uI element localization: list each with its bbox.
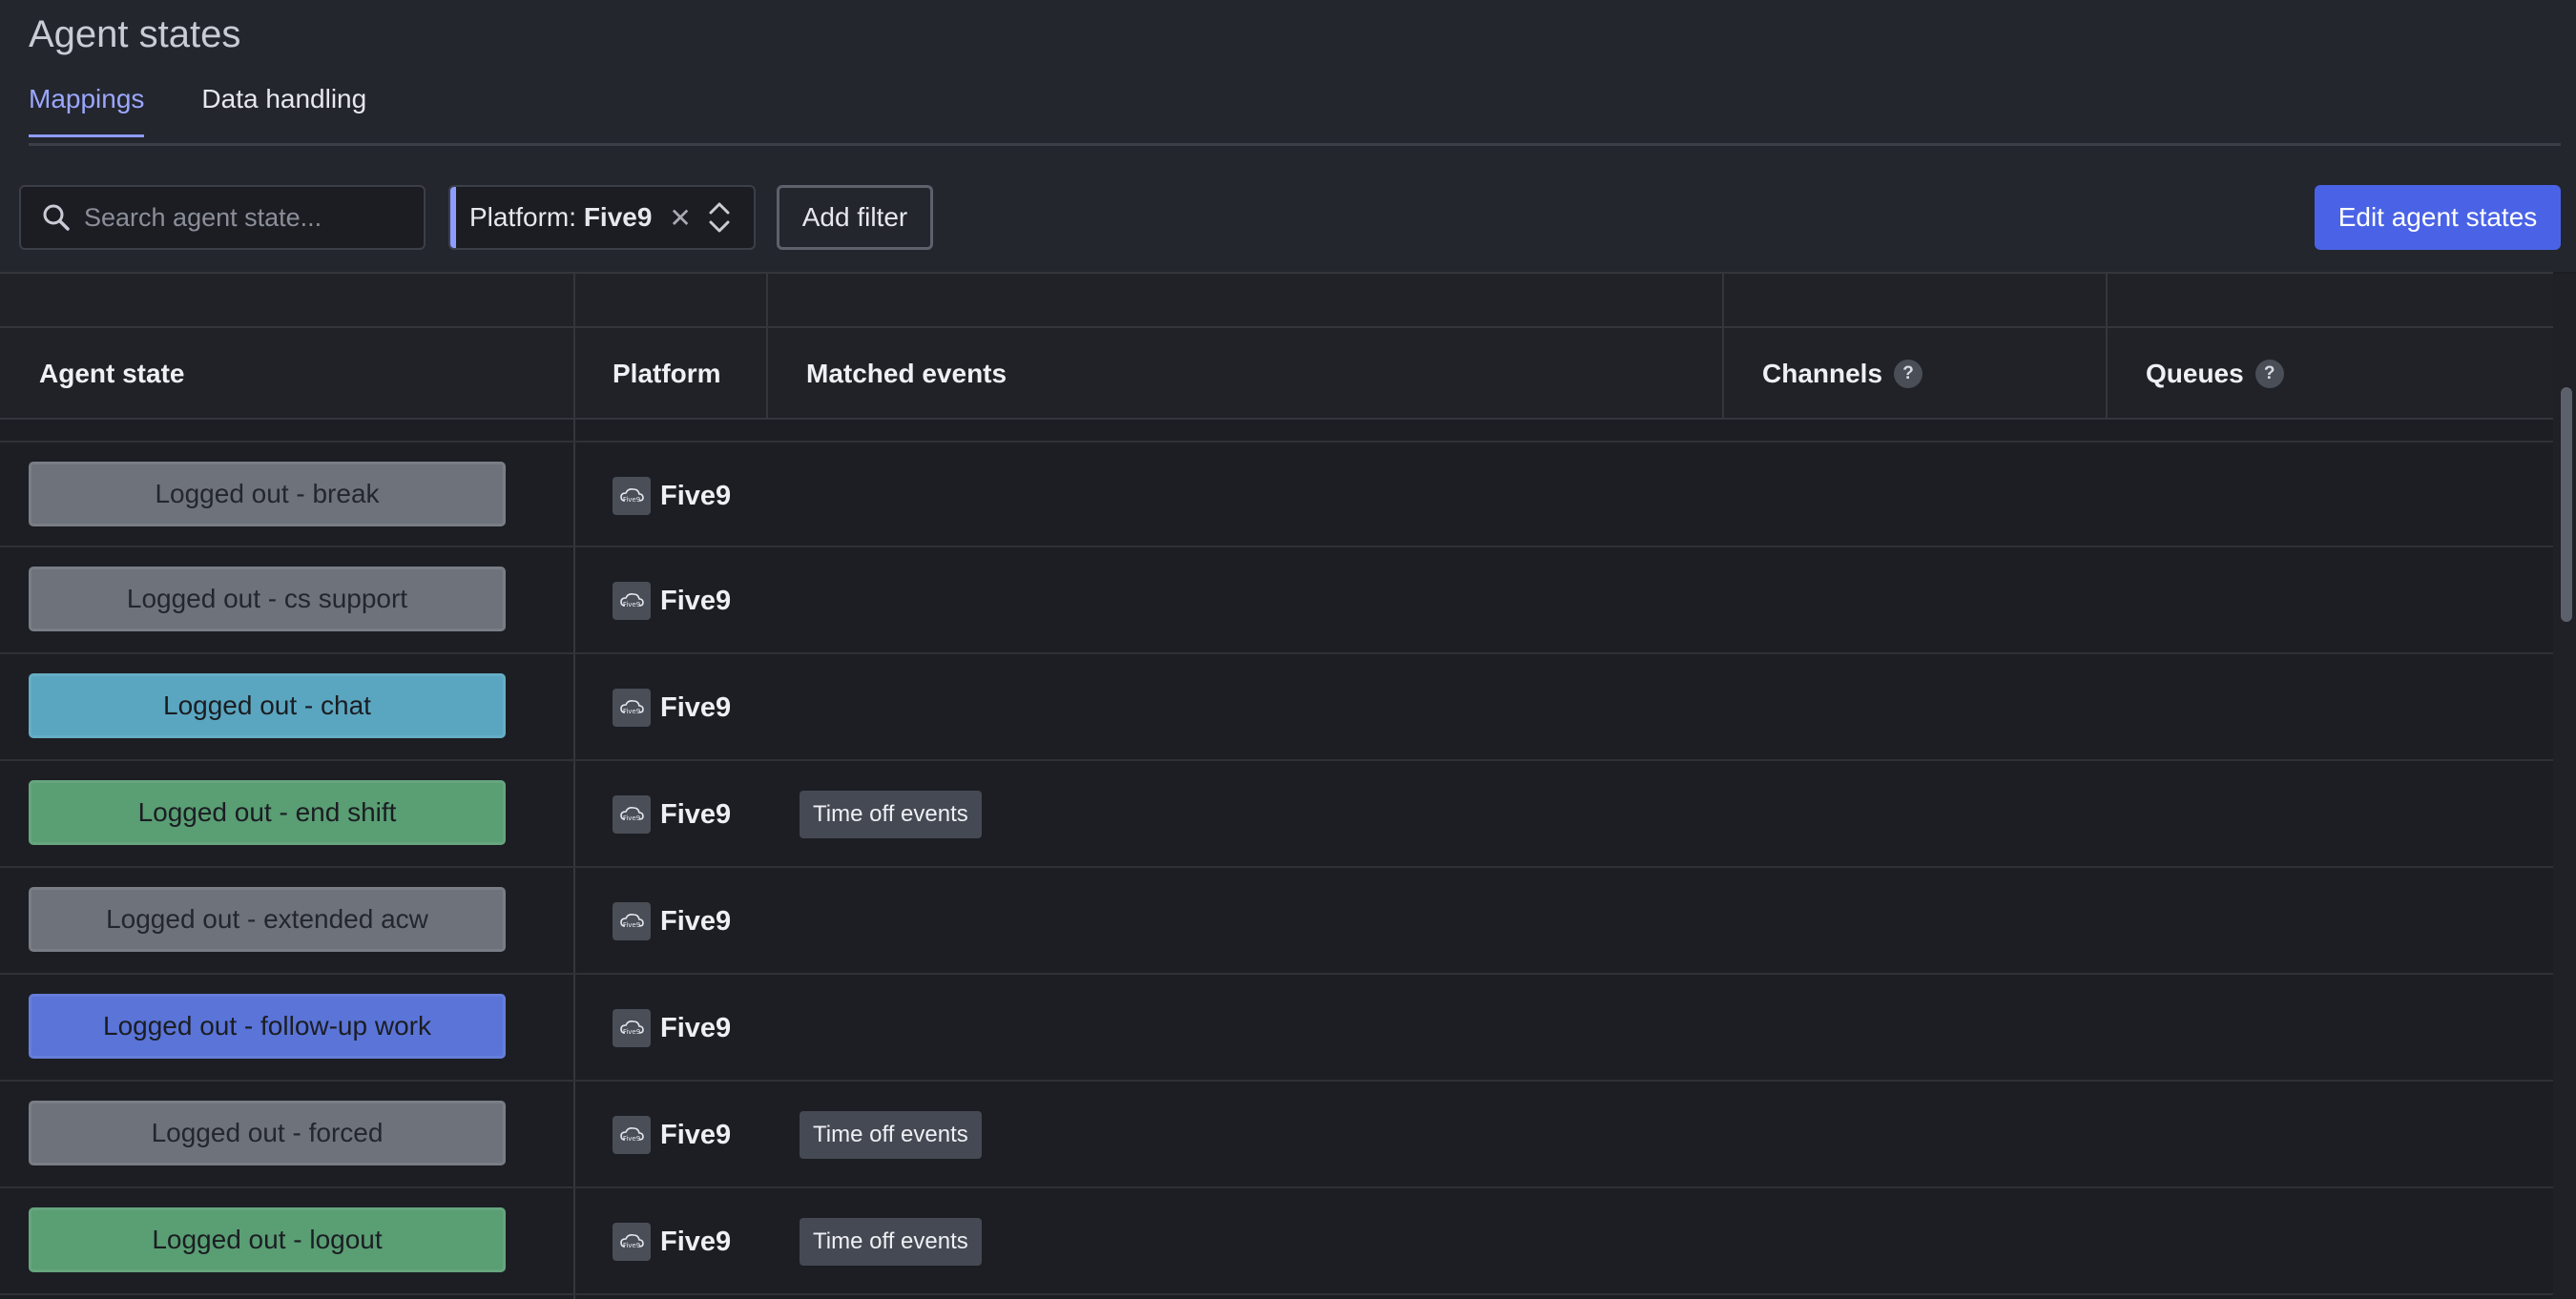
agent-state-badge: Logged out - extended acw xyxy=(29,887,506,952)
agent-state-badge: Logged out - forced xyxy=(29,1101,506,1165)
tab-bar: Mappings Data handling xyxy=(29,84,366,137)
close-icon[interactable]: ✕ xyxy=(669,202,691,234)
table-body: Logged out - break Five9 Five9 Logged out -… xyxy=(0,420,2553,1299)
platform-cell: Five9 Five9 xyxy=(613,1188,731,1295)
column-divider xyxy=(766,274,768,420)
tabs-divider xyxy=(29,143,2561,146)
five9-logo-icon: Five9 xyxy=(613,1223,651,1261)
table-header: Agent state Platform Matched events Chan… xyxy=(0,328,2553,420)
agent-state-badge: Logged out - logout xyxy=(29,1207,506,1272)
platform-name: Five9 xyxy=(660,798,732,830)
five9-logo-icon: Five9 xyxy=(613,1009,651,1047)
platform-cell: Five9 Five9 xyxy=(613,1082,731,1188)
five9-logo-icon: Five9 xyxy=(613,902,651,940)
search-input[interactable] xyxy=(82,201,410,234)
search-box[interactable] xyxy=(19,185,426,250)
svg-text:Five9: Five9 xyxy=(623,601,640,608)
agent-state-badge: Logged out - follow-up work xyxy=(29,994,506,1059)
agent-state-badge: Logged out - break xyxy=(29,462,506,526)
column-divider xyxy=(2106,274,2108,420)
column-header-channels-label: Channels xyxy=(1762,359,1883,388)
column-header-platform[interactable]: Platform xyxy=(613,328,721,420)
filter-chip-prefix: Platform: xyxy=(469,202,584,232)
platform-filter-chip[interactable]: Platform: Five9 ✕ xyxy=(448,185,756,250)
matched-event-tag: Time off events xyxy=(800,1111,982,1159)
help-icon[interactable]: ? xyxy=(2254,360,2284,388)
five9-logo-icon: Five9 xyxy=(613,1116,651,1154)
table-group-header xyxy=(0,274,2553,328)
table-row[interactable]: Logged out - chat Five9 Five9 xyxy=(0,654,2553,761)
table-row[interactable]: Logged out - forced Five9 Five9 Time off ev… xyxy=(0,1082,2553,1188)
page-title: Agent states xyxy=(29,13,241,55)
chevron-up-down-icon[interactable] xyxy=(707,198,732,237)
matched-event-tag: Time off events xyxy=(800,1218,982,1266)
five9-logo-icon: Five9 xyxy=(613,689,651,727)
five9-logo-icon: Five9 xyxy=(613,795,651,834)
tab-mappings[interactable]: Mappings xyxy=(29,84,145,137)
column-header-agent-state-label: Agent state xyxy=(39,359,185,388)
platform-cell: Five9 Five9 xyxy=(613,654,731,761)
svg-text:Five9: Five9 xyxy=(623,496,640,504)
svg-text:Five9: Five9 xyxy=(623,1028,640,1036)
platform-name: Five9 xyxy=(660,905,732,937)
table-row[interactable]: Logged out - logout Five9 Five9 Time off ev… xyxy=(0,1188,2553,1295)
table-row[interactable]: Logged out - follow-up work Five9 Five9 xyxy=(0,975,2553,1082)
table-row[interactable]: Logged out - extended acw Five9 Five9 xyxy=(0,868,2553,975)
column-header-matched-events[interactable]: Matched events xyxy=(806,328,1007,420)
svg-text:Five9: Five9 xyxy=(623,708,640,715)
svg-text:Five9: Five9 xyxy=(623,814,640,822)
five9-logo-icon: Five9 xyxy=(613,477,651,515)
tab-data-handling[interactable]: Data handling xyxy=(201,84,366,137)
column-header-queues-label: Queues xyxy=(2146,359,2244,388)
platform-cell: Five9 Five9 xyxy=(613,761,731,868)
table-row[interactable]: Logged out - cs support Five9 Five9 xyxy=(0,547,2553,654)
page-header: Agent states Mappings Data handling Plat… xyxy=(0,0,2576,272)
table-row[interactable]: Logged out - break Five9 Five9 xyxy=(0,441,2553,547)
help-icon[interactable]: ? xyxy=(1894,360,1923,388)
platform-cell: Five9 Five9 xyxy=(613,975,731,1082)
search-icon xyxy=(42,203,71,232)
column-header-queues[interactable]: Queues? xyxy=(2146,328,2284,420)
platform-cell: Five9 Five9 xyxy=(613,443,731,549)
platform-name: Five9 xyxy=(660,480,732,511)
column-header-platform-label: Platform xyxy=(613,359,721,388)
platform-name: Five9 xyxy=(660,1119,732,1150)
five9-logo-icon: Five9 xyxy=(613,582,651,620)
platform-cell: Five9 Five9 xyxy=(613,868,731,975)
filter-chip-value: Five9 xyxy=(583,202,653,232)
svg-text:Five9: Five9 xyxy=(623,1135,640,1143)
platform-cell: Five9 Five9 xyxy=(613,547,731,654)
agent-state-badge: Logged out - end shift xyxy=(29,780,506,845)
svg-text:Five9: Five9 xyxy=(623,921,640,929)
filter-chip-label: Platform: Five9 xyxy=(469,202,652,233)
column-header-channels[interactable]: Channels? xyxy=(1762,328,1923,420)
matched-event-tag: Time off events xyxy=(800,791,982,838)
platform-name: Five9 xyxy=(660,691,732,723)
scrollbar-thumb[interactable] xyxy=(2561,387,2572,622)
agent-state-badge: Logged out - chat xyxy=(29,673,506,738)
table-row[interactable]: Logged out - end shift Five9 Five9 Time off… xyxy=(0,761,2553,868)
agent-state-badge: Logged out - cs support xyxy=(29,567,506,631)
filter-chip-accent xyxy=(450,187,456,248)
svg-text:Five9: Five9 xyxy=(623,1242,640,1249)
platform-name: Five9 xyxy=(660,585,732,616)
add-filter-button[interactable]: Add filter xyxy=(777,185,933,250)
column-header-agent-state[interactable]: Agent state xyxy=(39,328,184,420)
edit-agent-states-button[interactable]: Edit agent states xyxy=(2315,185,2561,250)
column-header-matched-events-label: Matched events xyxy=(806,359,1008,388)
platform-name: Five9 xyxy=(660,1012,732,1043)
column-divider xyxy=(1722,274,1724,420)
platform-name: Five9 xyxy=(660,1226,732,1257)
